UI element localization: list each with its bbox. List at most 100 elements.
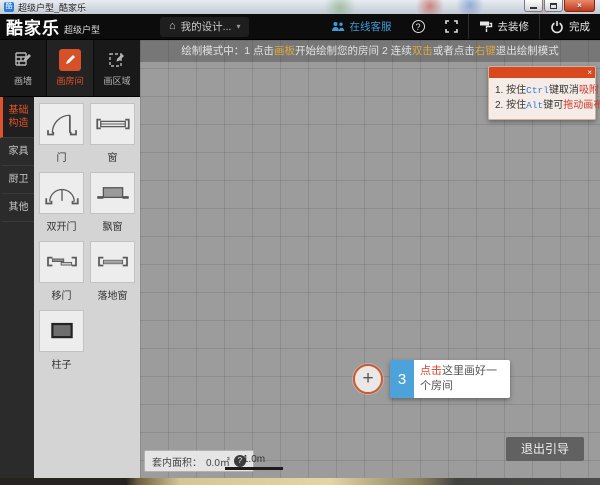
window-controls: × bbox=[524, 0, 595, 12]
help-button[interactable]: ? bbox=[402, 14, 435, 39]
category-list: 基础构造 家具 厨卫 其他 bbox=[0, 97, 34, 478]
component-palette: 门 窗 bbox=[34, 97, 140, 478]
item-card bbox=[39, 103, 84, 145]
single-door-icon bbox=[41, 107, 83, 141]
category-furniture[interactable]: 家具 bbox=[0, 138, 34, 166]
fullscreen-icon bbox=[445, 20, 458, 33]
window-icon bbox=[92, 107, 134, 141]
exit-guide-button[interactable]: 退出引导 bbox=[506, 437, 584, 461]
hint-highlight: 画板 bbox=[274, 45, 295, 57]
category-kitchen-bath[interactable]: 厨卫 bbox=[0, 166, 34, 194]
online-service-label: 在线客服 bbox=[350, 19, 392, 34]
toolbar-right-group: 在线客服 ? 去装修 bbox=[321, 14, 600, 39]
tab-draw-region[interactable]: 画区域 bbox=[94, 40, 140, 96]
sliding-door-icon bbox=[41, 245, 83, 279]
item-card bbox=[39, 241, 84, 283]
category-basic-structure[interactable]: 基础构造 bbox=[0, 97, 34, 138]
close-icon[interactable]: × bbox=[587, 67, 592, 78]
window-title: 超级户型_酷家乐 bbox=[18, 1, 86, 14]
hint-text: 绘制模式中：1 点击 bbox=[181, 45, 274, 57]
tab-label: 画房间 bbox=[56, 74, 83, 87]
notice-body: 1. 按住Ctrl键取消吸附 2. 按住Alt键可拖动画布 bbox=[489, 78, 595, 119]
scale-bar bbox=[225, 467, 283, 470]
taskbar-sliver bbox=[0, 478, 600, 485]
item-card bbox=[90, 241, 135, 283]
scale-indicator: 1.0m bbox=[225, 454, 283, 470]
item-label: 双开门 bbox=[39, 218, 84, 233]
palette-item-window[interactable]: 窗 bbox=[90, 103, 135, 164]
app-logo-subtitle: 超级户型 bbox=[64, 23, 100, 36]
tab-draw-wall[interactable]: 画墙 bbox=[0, 40, 47, 96]
my-designs-label: 我的设计... bbox=[181, 19, 232, 34]
step-number-badge: 3 bbox=[390, 360, 414, 398]
scale-label: 1.0m bbox=[225, 454, 283, 465]
help-icon: ? bbox=[412, 20, 425, 33]
draw-mode-tabs: 画墙 画房间 bbox=[0, 40, 140, 97]
app-icon: 酷 bbox=[4, 2, 14, 12]
bay-window-icon bbox=[92, 176, 134, 210]
draw-mode-hint: 绘制模式中：1 点击画板开始绘制您的房间 2 连续双击或者点击右键退出绘制模式 bbox=[140, 40, 600, 62]
draw-region-icon bbox=[106, 49, 128, 71]
decorate-button[interactable]: 去装修 bbox=[469, 14, 540, 39]
hint-text: 退出绘制模式 bbox=[496, 45, 559, 57]
top-toolbar: 酷家乐 超级户型 ⌂ 我的设计... ▾ 在线客服 ? bbox=[0, 14, 600, 40]
palette-item-floor-window[interactable]: 落地窗 bbox=[90, 241, 135, 302]
palette-item-bay-window[interactable]: 飘窗 bbox=[90, 172, 135, 233]
palette-item-door[interactable]: 门 bbox=[39, 103, 84, 164]
finish-label: 完成 bbox=[569, 19, 590, 34]
online-service-button[interactable]: 在线客服 bbox=[321, 14, 402, 39]
maximize-button[interactable] bbox=[544, 0, 563, 12]
hint-highlight: 双击 bbox=[412, 45, 433, 57]
draw-wall-icon bbox=[12, 49, 34, 71]
tooltip-text: 点击这里画好一个房间 bbox=[414, 360, 510, 398]
main-area: 画墙 画房间 bbox=[0, 40, 600, 478]
item-card bbox=[39, 172, 84, 214]
notice-line: 2. 按住Alt键可拖动画布 bbox=[495, 98, 589, 113]
minimize-button[interactable] bbox=[524, 0, 543, 12]
add-room-target[interactable]: + bbox=[353, 364, 383, 394]
double-door-icon bbox=[41, 176, 83, 210]
item-label: 移门 bbox=[39, 287, 84, 302]
item-card bbox=[39, 310, 84, 352]
fullscreen-button[interactable] bbox=[435, 14, 468, 39]
sidebar-body: 基础构造 家具 厨卫 其他 bbox=[0, 97, 140, 478]
palette-item-double-door[interactable]: 双开门 bbox=[39, 172, 84, 233]
item-label: 落地窗 bbox=[90, 287, 135, 302]
hint-highlight: 右键 bbox=[475, 45, 496, 57]
tab-draw-room[interactable]: 画房间 bbox=[47, 40, 94, 96]
item-card bbox=[90, 172, 135, 214]
tab-label: 画区域 bbox=[103, 74, 130, 87]
power-icon bbox=[550, 20, 564, 34]
item-label: 窗 bbox=[90, 149, 135, 164]
hint-text: 或者点击 bbox=[433, 45, 475, 57]
guide-tooltip: 3 点击这里画好一个房间 bbox=[390, 360, 510, 398]
item-label: 柱子 bbox=[39, 356, 84, 371]
palette-item-sliding-door[interactable]: 移门 bbox=[39, 241, 84, 302]
shortcut-notice: × 1. 按住Ctrl键取消吸附 2. 按住Alt键可拖动画布 bbox=[488, 66, 596, 120]
my-designs-menu[interactable]: ⌂ 我的设计... ▾ bbox=[160, 17, 249, 37]
category-label: 家具 bbox=[6, 145, 32, 158]
drawing-canvas[interactable]: 绘制模式中：1 点击画板开始绘制您的房间 2 连续双击或者点击右键退出绘制模式 … bbox=[140, 40, 600, 478]
item-card bbox=[90, 103, 135, 145]
app-window: 酷 超级户型_酷家乐 × 酷家乐 超级户型 ⌂ 我的设计... ▾ 在线客服 bbox=[0, 0, 600, 485]
hint-text: 开始绘制您的房间 2 连续 bbox=[295, 45, 412, 57]
close-button[interactable]: × bbox=[564, 0, 595, 12]
notice-line: 1. 按住Ctrl键取消吸附 bbox=[495, 83, 589, 98]
chevron-down-icon: ▾ bbox=[236, 22, 240, 31]
draw-room-icon bbox=[59, 49, 81, 71]
sidebar: 画墙 画房间 bbox=[0, 40, 140, 478]
tab-label: 画墙 bbox=[14, 74, 32, 87]
app-logo: 酷家乐 bbox=[6, 14, 60, 39]
pillar-icon bbox=[41, 314, 83, 348]
finish-button[interactable]: 完成 bbox=[540, 14, 600, 39]
window-titlebar[interactable]: 酷 超级户型_酷家乐 × bbox=[0, 0, 600, 14]
category-other[interactable]: 其他 bbox=[0, 194, 34, 222]
item-label: 飘窗 bbox=[90, 218, 135, 233]
category-label: 厨卫 bbox=[6, 173, 32, 186]
palette-item-pillar[interactable]: 柱子 bbox=[39, 310, 84, 371]
decorate-label: 去装修 bbox=[498, 19, 530, 34]
paint-roller-icon bbox=[479, 20, 493, 33]
notice-header: × bbox=[489, 67, 595, 78]
people-icon bbox=[331, 21, 345, 32]
category-label: 其他 bbox=[6, 201, 32, 214]
